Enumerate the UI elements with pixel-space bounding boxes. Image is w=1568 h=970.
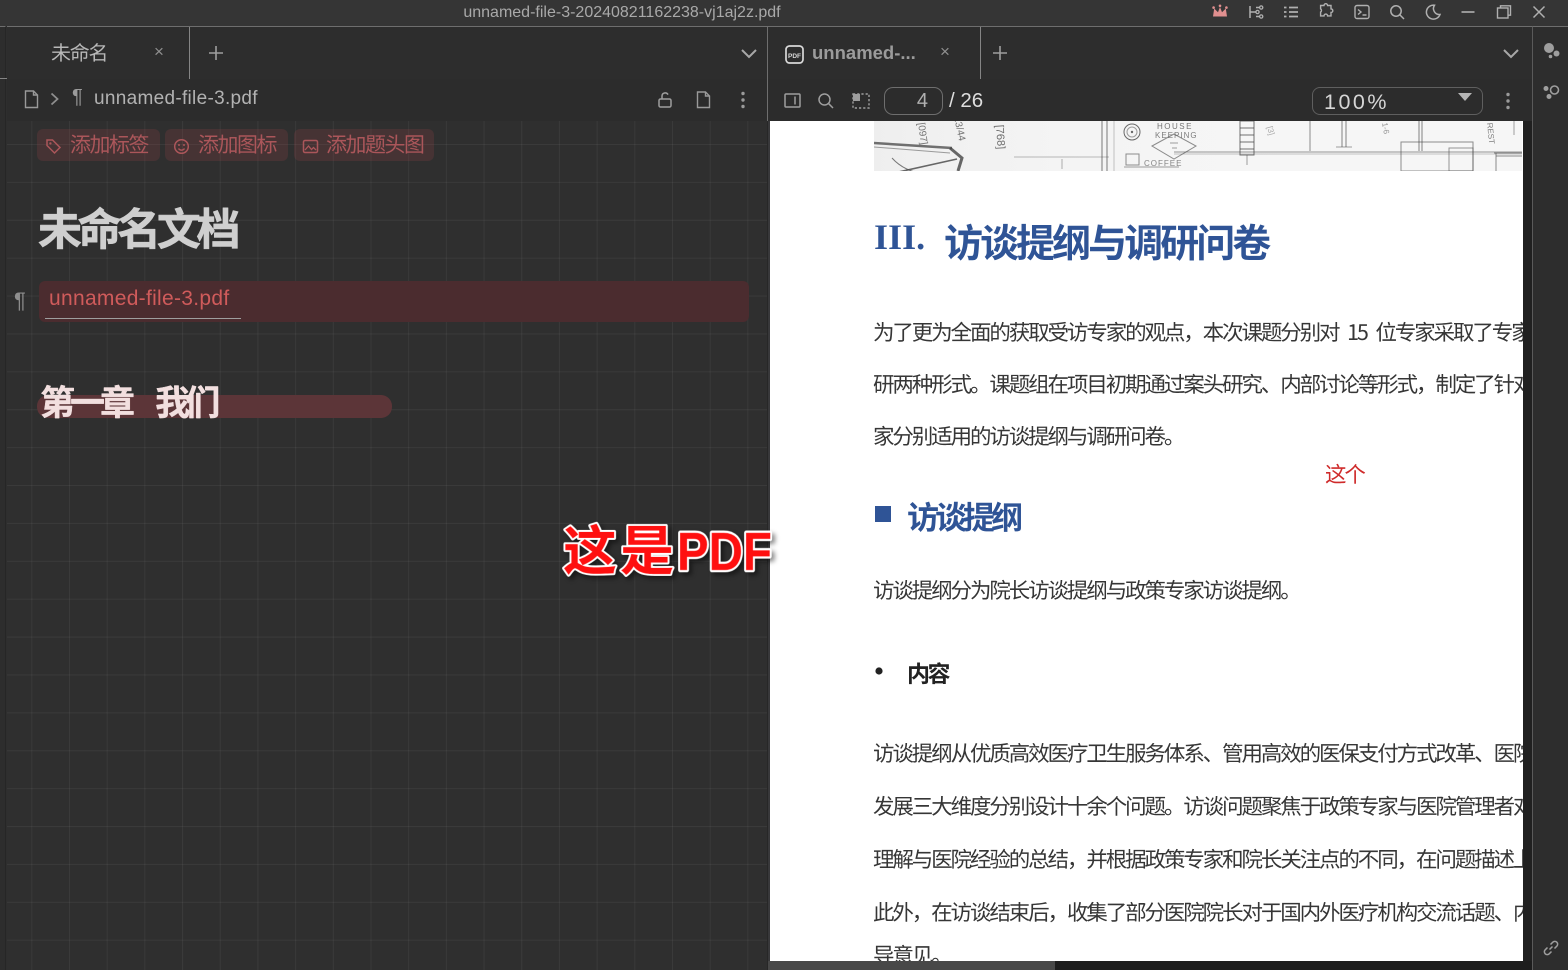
svg-text:[768]: [768] [993, 124, 1007, 149]
svg-text:PDF: PDF [788, 53, 801, 60]
svg-text:HOUSE: HOUSE [1157, 122, 1193, 131]
svg-text:COFFEE: COFFEE [1144, 159, 1182, 168]
svg-text:KEEPING: KEEPING [1155, 131, 1198, 140]
